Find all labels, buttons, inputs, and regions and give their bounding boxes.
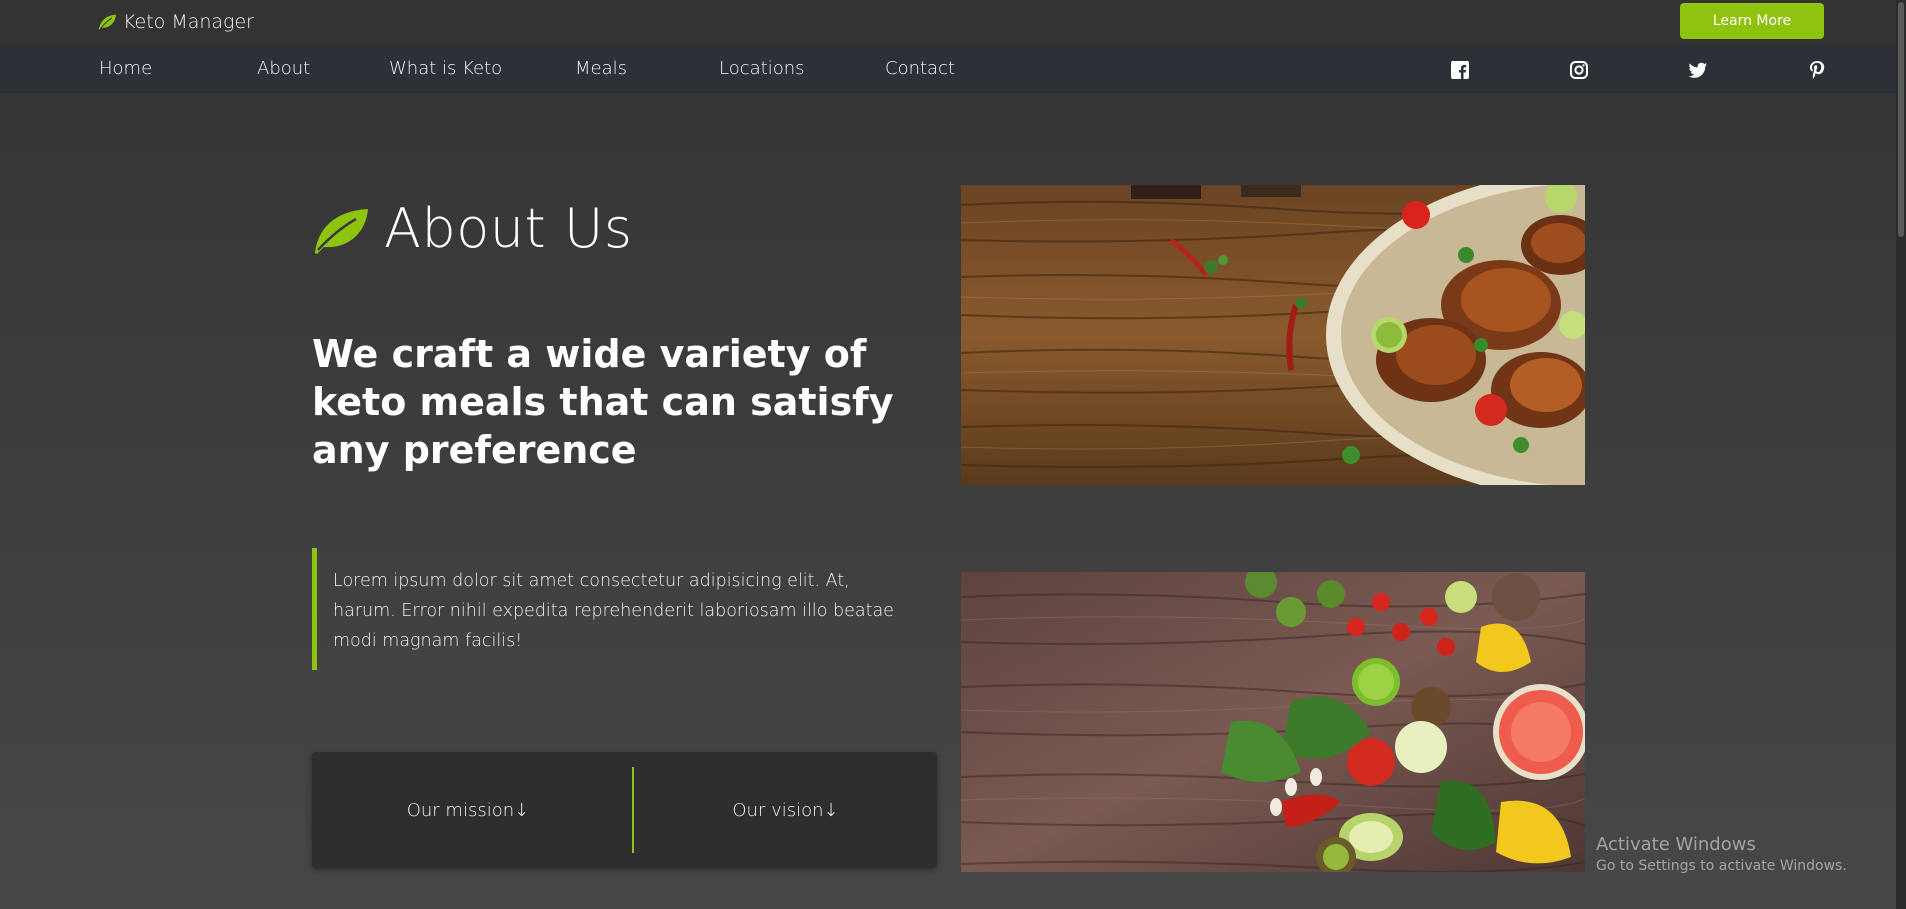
pinterest-icon[interactable] bbox=[1806, 59, 1828, 81]
learn-more-button[interactable]: Learn More bbox=[1680, 3, 1824, 39]
nav-item-home[interactable]: Home bbox=[99, 45, 152, 93]
main-nav: Home About What is Keto Meals Locations … bbox=[0, 45, 1906, 93]
page-title: About Us bbox=[384, 196, 633, 260]
nav-item-locations[interactable]: Locations bbox=[719, 45, 805, 93]
arrow-down-icon: ↓ bbox=[514, 799, 530, 821]
nav-item-meals[interactable]: Meals bbox=[575, 45, 627, 93]
grilled-chicken-photo bbox=[961, 185, 1585, 485]
vegetables-photo bbox=[961, 572, 1585, 872]
nav-item-what-is-keto[interactable]: What is Keto bbox=[389, 45, 502, 93]
about-quote: Lorem ipsum dolor sit amet consectetur a… bbox=[312, 548, 912, 670]
quote-text: Lorem ipsum dolor sit amet consectetur a… bbox=[333, 571, 894, 651]
our-mission-button[interactable]: Our mission ↓ bbox=[312, 752, 624, 868]
nav-item-about[interactable]: About bbox=[257, 45, 310, 93]
top-bar: Keto Manager Learn More bbox=[0, 0, 1906, 45]
facebook-icon[interactable] bbox=[1449, 59, 1471, 81]
about-headline: We craft a wide variety of keto meals th… bbox=[312, 332, 894, 472]
nav-item-contact[interactable]: Contact bbox=[885, 45, 955, 93]
vertical-scrollbar[interactable] bbox=[1896, 0, 1906, 909]
brand-logo[interactable]: Keto Manager bbox=[97, 10, 254, 34]
mission-vision-card: Our mission ↓ Our vision ↓ bbox=[312, 752, 937, 868]
our-vision-label: Our vision bbox=[732, 799, 824, 821]
leaf-icon bbox=[98, 14, 116, 31]
brand-name: Keto Manager bbox=[123, 11, 254, 33]
arrow-down-icon: ↓ bbox=[823, 799, 839, 821]
our-mission-label: Our mission bbox=[406, 799, 515, 821]
scrollbar-thumb[interactable] bbox=[1898, 2, 1904, 237]
activate-windows-watermark: Activate Windows Go to Settings to activ… bbox=[1596, 834, 1896, 874]
twitter-icon[interactable] bbox=[1687, 59, 1709, 81]
activate-title: Activate Windows bbox=[1596, 834, 1756, 855]
our-vision-button[interactable]: Our vision ↓ bbox=[634, 752, 937, 868]
activate-subtitle: Go to Settings to activate Windows. bbox=[1596, 858, 1847, 874]
about-heading: About Us bbox=[312, 188, 632, 268]
leaf-icon bbox=[315, 209, 368, 254]
instagram-icon[interactable] bbox=[1568, 59, 1590, 81]
